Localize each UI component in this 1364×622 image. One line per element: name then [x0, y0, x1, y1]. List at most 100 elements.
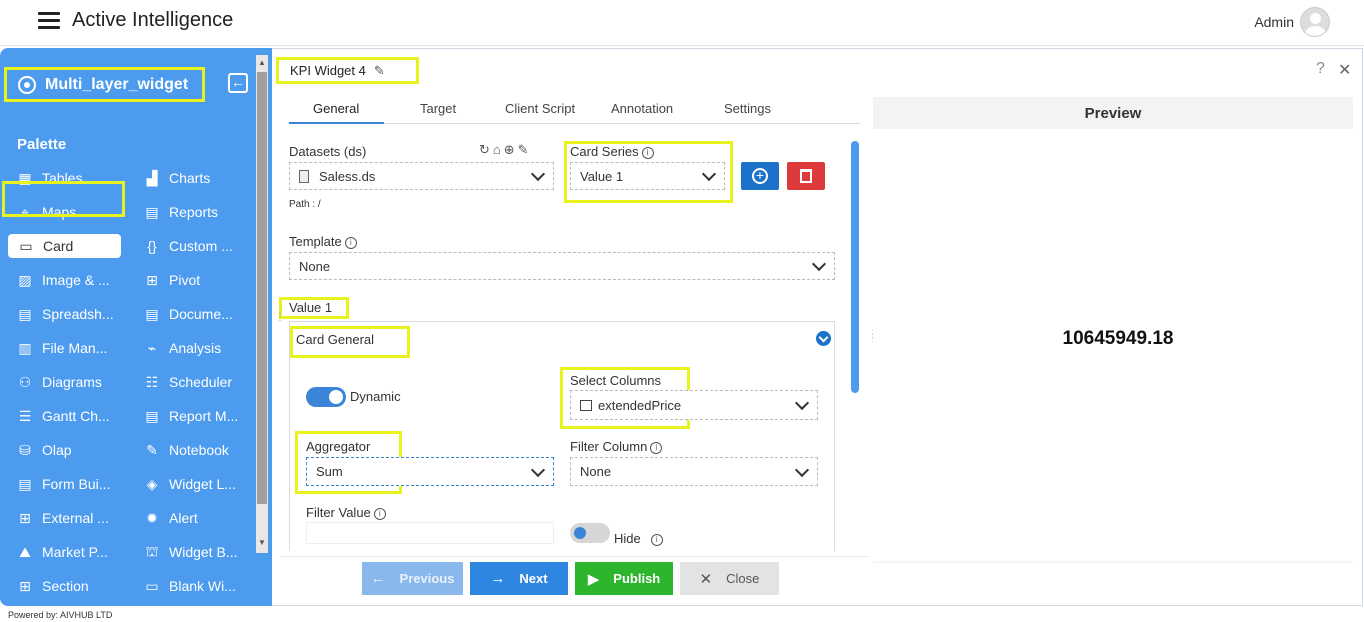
- template-select[interactable]: None: [289, 252, 835, 280]
- template-label: Template i: [289, 234, 357, 249]
- dataset-select[interactable]: Saless.ds: [289, 162, 554, 190]
- palette-right-item-11[interactable]: ⛫ Widget B...: [144, 540, 238, 564]
- palette-left-item-10[interactable]: ⊞ External ...: [17, 506, 109, 530]
- palette-right-item-4[interactable]: ▤ Docume...: [144, 302, 232, 326]
- code-icon: {}: [147, 238, 157, 254]
- aggregator-value: Sum: [316, 464, 343, 479]
- plus-icon: +: [752, 168, 768, 184]
- previous-button[interactable]: ← Previous: [362, 562, 463, 595]
- add-icon[interactable]: ⊕: [504, 142, 518, 157]
- tab-general[interactable]: General: [313, 101, 359, 116]
- filter-column-select[interactable]: None: [570, 457, 818, 486]
- palette-left-item-9[interactable]: ▤ Form Bui...: [17, 472, 110, 496]
- preview-title: Preview: [873, 97, 1353, 129]
- home-icon[interactable]: ⌂: [493, 142, 504, 157]
- powered-by: Powered by: AIVHUB LTD: [8, 610, 113, 620]
- select-columns-value: extendedPrice: [598, 397, 682, 413]
- publish-button[interactable]: ▶ Publish: [575, 562, 673, 595]
- select-columns-select[interactable]: extendedPrice: [570, 390, 818, 420]
- value-section-title: Value 1: [289, 300, 333, 315]
- card-series-select[interactable]: Value 1: [570, 162, 725, 190]
- collapse-sidebar-icon[interactable]: ←: [228, 73, 248, 93]
- palette-item-label: Widget L...: [169, 476, 236, 492]
- palette-left-item-11[interactable]: ⛰ Market P...: [17, 540, 108, 564]
- delete-series-button[interactable]: [787, 162, 825, 190]
- next-button[interactable]: → Next: [470, 562, 568, 595]
- play-icon: ▶: [587, 570, 600, 588]
- user-name[interactable]: Admin: [1254, 14, 1294, 30]
- palette-right-item-8[interactable]: ✎ Notebook: [144, 438, 229, 462]
- app-title: Active Intelligence: [72, 9, 234, 31]
- palette-left-item-8[interactable]: ⛁ Olap: [17, 438, 71, 462]
- sidebar: Multi_layer_widget ← Palette ▦ Tables ⌖ Map…: [0, 48, 272, 606]
- palette-left-item-2[interactable]: ▭ Card: [8, 234, 121, 258]
- palette-right-item-1[interactable]: ▤ Reports: [144, 200, 218, 224]
- filter-value-input[interactable]: [306, 522, 554, 544]
- card-general-title: Card General: [296, 332, 375, 347]
- file-manager-icon: ▥: [18, 339, 32, 356]
- close-button[interactable]: ✕ Close: [680, 562, 779, 595]
- add-series-button[interactable]: +: [741, 162, 779, 190]
- palette-right-item-3[interactable]: ⊞ Pivot: [144, 268, 200, 292]
- dynamic-label: Dynamic: [350, 389, 401, 404]
- hide-toggle[interactable]: [570, 523, 610, 543]
- palette-item-label: Report M...: [169, 408, 239, 424]
- top-bar: Active Intelligence Admin: [0, 0, 1364, 46]
- widget-layers-icon: [18, 75, 36, 94]
- palette-item-label: Scheduler: [169, 374, 233, 390]
- tab-target[interactable]: Target: [420, 101, 456, 116]
- palette-left-item-6[interactable]: ⚇ Diagrams: [17, 370, 102, 394]
- avatar[interactable]: [1300, 7, 1330, 37]
- scroll-down-icon[interactable]: ▼: [258, 538, 266, 547]
- palette-right-item-6[interactable]: ☷ Scheduler: [144, 370, 232, 394]
- palette-right-item-10[interactable]: ✹ Alert: [144, 506, 198, 530]
- palette-left-item-12[interactable]: ⊞ Section: [17, 574, 89, 598]
- info-icon: i: [373, 507, 386, 520]
- palette-left-item-5[interactable]: ▥ File Man...: [17, 336, 107, 360]
- info-icon: i: [650, 533, 663, 546]
- kpi-value: 10645949.18: [1062, 328, 1174, 349]
- palette-left-item-3[interactable]: ▨ Image & ...: [17, 268, 110, 292]
- spreadsheet-icon: ▤: [18, 305, 32, 322]
- aggregator-select[interactable]: Sum: [306, 457, 554, 486]
- arrow-left-icon: ←: [370, 570, 386, 587]
- hide-label: Hide i: [614, 531, 663, 546]
- section-icon: ⊞: [19, 577, 31, 594]
- notebook-icon: ✎: [146, 441, 158, 458]
- palette-item-label: Spreadsh...: [42, 306, 114, 322]
- arrow-right-icon: →: [490, 570, 506, 587]
- palette-right-item-7[interactable]: ▤ Report M...: [144, 404, 238, 428]
- palette-right-item-2[interactable]: {} Custom ...: [144, 234, 232, 258]
- sidebar-scroll-thumb[interactable]: [257, 72, 267, 504]
- edit-title-icon[interactable]: ✎: [374, 63, 385, 79]
- chart-icon: ▟: [146, 169, 158, 186]
- tab-settings[interactable]: Settings: [724, 101, 771, 116]
- edit-icon[interactable]: ✎: [518, 142, 532, 157]
- tab-annotation[interactable]: Annotation: [611, 101, 673, 116]
- collapse-section-icon[interactable]: [816, 331, 831, 346]
- refresh-icon[interactable]: ↻: [479, 142, 493, 157]
- palette-left-item-7[interactable]: ☰ Gantt Ch...: [17, 404, 110, 428]
- olap-icon: ⛁: [19, 441, 31, 458]
- palette-right-item-9[interactable]: ◈ Widget L...: [144, 472, 236, 496]
- dynamic-toggle[interactable]: [306, 387, 346, 407]
- menu-icon[interactable]: [38, 12, 60, 30]
- palette-item-label: Blank Wi...: [169, 578, 236, 594]
- palette-item-label: Market P...: [42, 544, 108, 560]
- filter-column-label: Filter Column i: [570, 439, 663, 454]
- palette-right-item-12[interactable]: ▭ Blank Wi...: [144, 574, 236, 598]
- scroll-up-icon[interactable]: ▲: [258, 58, 266, 67]
- close-icon[interactable]: ✕: [1338, 60, 1351, 80]
- palette-item-label: Image & ...: [42, 272, 110, 288]
- palette-right-item-0[interactable]: ▟ Charts: [144, 166, 211, 190]
- filter-value-label: Filter Value i: [306, 505, 386, 520]
- palette-item-label: File Man...: [42, 340, 108, 356]
- resize-handle[interactable]: ⋮⋮: [275, 309, 285, 323]
- palette-left-item-4[interactable]: ▤ Spreadsh...: [17, 302, 114, 326]
- tab-client-script[interactable]: Client Script: [505, 101, 575, 116]
- help-icon[interactable]: ?: [1316, 60, 1325, 78]
- editor-scrollbar[interactable]: [851, 141, 859, 393]
- palette-right-item-5[interactable]: ⌁ Analysis: [144, 336, 221, 360]
- card-highlight: [2, 181, 125, 217]
- palette-item-label: Card: [43, 238, 74, 254]
